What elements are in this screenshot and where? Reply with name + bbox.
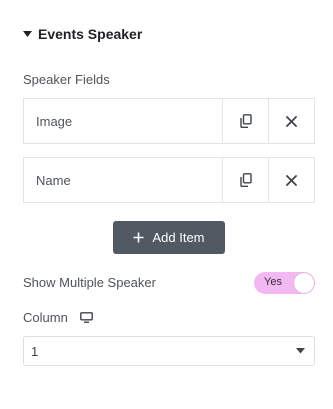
show-multiple-speaker-toggle[interactable]: Yes [254, 272, 315, 294]
caret-down-icon [22, 29, 32, 39]
copy-icon [239, 173, 252, 187]
toggle-knob [294, 273, 314, 293]
close-icon [286, 174, 297, 186]
desktop-icon[interactable] [79, 312, 93, 323]
toggle-value-label: Yes [264, 276, 282, 288]
column-label-row: Column [23, 310, 93, 325]
section-header-events-speaker[interactable]: Events Speaker [22, 26, 142, 42]
remove-button[interactable] [268, 158, 314, 202]
chevron-down-icon [296, 348, 305, 354]
repeater-row-title[interactable]: Name [24, 158, 222, 202]
copy-icon [239, 114, 252, 128]
add-item-label: Add Item [152, 230, 205, 245]
repeater-row[interactable]: Name [23, 157, 315, 203]
speaker-fields-label: Speaker Fields [23, 72, 110, 87]
duplicate-button[interactable] [222, 158, 268, 202]
column-label: Column [23, 310, 68, 325]
section-title: Events Speaker [38, 26, 143, 42]
duplicate-button[interactable] [222, 99, 268, 143]
column-select[interactable]: 1 [23, 336, 315, 366]
column-select-value: 1 [31, 343, 39, 359]
repeater-row[interactable]: Image [23, 98, 315, 144]
plus-icon [133, 232, 144, 243]
close-icon [286, 115, 297, 127]
show-multiple-speaker-label: Show Multiple Speaker [23, 275, 156, 290]
repeater-row-title[interactable]: Image [24, 99, 222, 143]
add-item-button[interactable]: Add Item [113, 221, 225, 254]
remove-button[interactable] [268, 99, 314, 143]
